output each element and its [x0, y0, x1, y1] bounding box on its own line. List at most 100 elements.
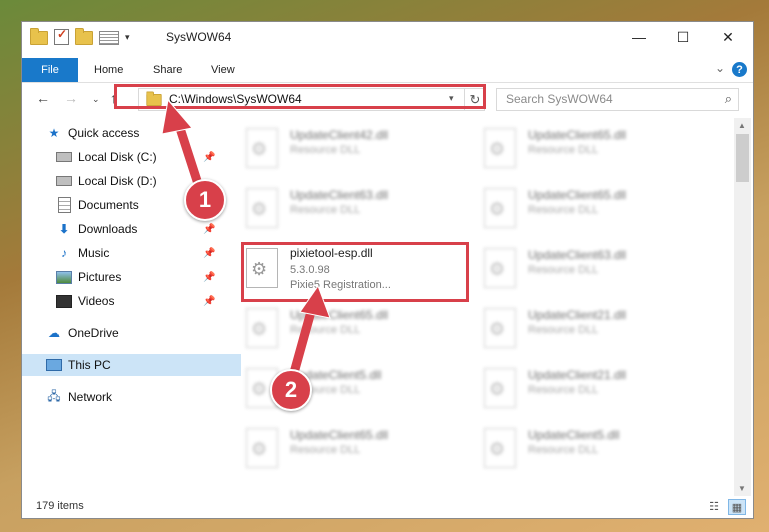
vertical-scrollbar[interactable]: ▲ ▼: [734, 118, 751, 496]
tab-view[interactable]: View: [211, 58, 235, 82]
file-name: UpdateClient21.dll: [528, 368, 627, 382]
back-arrow-icon[interactable]: ←: [36, 90, 50, 106]
dll-file-icon: [246, 128, 278, 168]
dll-file-icon: [246, 308, 278, 348]
file-type: Resource DLL: [528, 144, 599, 156]
ribbon-expand-icon[interactable]: ⌄: [715, 61, 725, 75]
title-bar: ▾ SysWOW64 — ☐ ✕: [22, 22, 753, 52]
file-name: UpdateClient42.dll: [290, 128, 389, 142]
sidebar-item-music[interactable]: ♪ Music 📌: [22, 242, 251, 264]
sidebar-item-videos[interactable]: Videos 📌: [22, 290, 251, 312]
dll-file-icon: [484, 188, 516, 228]
step-badge-1: 1: [184, 179, 226, 221]
file-name: UpdateClient5.dll: [528, 428, 620, 442]
drive-icon: [56, 149, 72, 165]
tab-home[interactable]: Home: [94, 58, 123, 82]
target-file-highlight: [241, 242, 469, 302]
sidebar-item-label: Downloads: [78, 222, 138, 236]
sidebar-item-label: Videos: [78, 294, 115, 308]
item-count: 179 items: [36, 500, 84, 512]
sidebar-item-this-pc[interactable]: This PC: [22, 354, 241, 376]
pin-icon[interactable]: 📌: [203, 296, 215, 307]
explorer-window: ▾ SysWOW64 — ☐ ✕ File Home Share View ⌄ …: [22, 22, 753, 518]
file-name: UpdateClient65.dll: [528, 188, 627, 202]
dll-file-icon: [484, 128, 516, 168]
sidebar-item-label: Quick access: [68, 126, 140, 140]
computer-icon: [46, 357, 62, 373]
dll-file-icon: [484, 308, 516, 348]
search-box[interactable]: Search SysWOW64 ⌕: [496, 88, 739, 111]
sidebar-item-local-disk-c[interactable]: Local Disk (C:) 📌: [22, 146, 251, 168]
dll-file-icon: [484, 368, 516, 408]
sidebar-item-pictures[interactable]: Pictures 📌: [22, 266, 251, 288]
file-item[interactable]: UpdateClient65.dll Resource DLL: [478, 122, 708, 174]
large-icons-view-icon[interactable]: ▦: [728, 499, 746, 515]
file-item[interactable]: UpdateClient21.dll Resource DLL: [478, 302, 708, 354]
sidebar-item-quick-access[interactable]: ★ Quick access: [22, 122, 241, 144]
pin-icon[interactable]: 📌: [203, 248, 215, 259]
file-type: Resource DLL: [528, 384, 599, 396]
minimize-button[interactable]: —: [616, 22, 662, 52]
customize-icon[interactable]: [99, 31, 119, 45]
maximize-button[interactable]: ☐: [660, 22, 706, 52]
file-item[interactable]: UpdateClient42.dll Resource DLL: [240, 122, 470, 174]
forward-arrow-icon[interactable]: →: [64, 90, 78, 106]
file-list: UpdateClient42.dll Resource DLL UpdateCl…: [240, 118, 734, 496]
scroll-down-icon[interactable]: ▼: [738, 484, 746, 493]
sidebar-item-label: This PC: [68, 358, 111, 372]
file-item[interactable]: UpdateClient65.dll Resource DLL: [478, 182, 708, 234]
sidebar-item-onedrive[interactable]: ☁ OneDrive: [22, 322, 241, 344]
pin-icon[interactable]: 📌: [203, 272, 215, 283]
videos-icon: [56, 293, 72, 309]
sidebar-item-label: Local Disk (C:): [78, 150, 157, 164]
address-bar-highlight: [114, 84, 486, 109]
search-icon[interactable]: ⌕: [725, 91, 732, 107]
sidebar-item-label: Network: [68, 390, 113, 404]
file-item[interactable]: UpdateClient63.dll Resource DLL: [240, 182, 470, 234]
dll-file-icon: [246, 188, 278, 228]
file-type: Resource DLL: [290, 444, 361, 456]
sidebar-item-downloads[interactable]: ⬇ Downloads 📌: [22, 218, 251, 240]
file-item[interactable]: UpdateClient65.dll Resource DLL: [240, 302, 470, 354]
folder-icon[interactable]: [30, 28, 48, 45]
file-item[interactable]: UpdateClient21.dll Resource DLL: [478, 362, 708, 414]
file-type: Resource DLL: [290, 204, 361, 216]
file-item[interactable]: UpdateClient5.dll Resource DLL: [478, 422, 708, 474]
file-name: UpdateClient63.dll: [290, 188, 389, 202]
sidebar-item-label: OneDrive: [68, 326, 119, 340]
close-button[interactable]: ✕: [705, 22, 751, 52]
downloads-icon: ⬇: [58, 222, 70, 236]
details-view-icon[interactable]: ☷: [706, 499, 722, 513]
tab-share[interactable]: Share: [153, 58, 182, 82]
search-input[interactable]: Search SysWOW64: [506, 92, 613, 106]
scroll-up-icon[interactable]: ▲: [738, 121, 746, 130]
network-icon: 🖧: [47, 388, 61, 403]
file-name: UpdateClient65.dll: [290, 308, 389, 322]
file-name: UpdateClient21.dll: [528, 308, 627, 322]
file-item[interactable]: UpdateClient63.dll Resource DLL: [478, 242, 708, 294]
help-button[interactable]: ?: [732, 62, 747, 77]
sidebar-item-label: Documents: [78, 198, 139, 212]
pin-icon[interactable]: 📌: [203, 224, 215, 235]
file-type: Resource DLL: [528, 324, 599, 336]
qat-dropdown-icon[interactable]: ▾: [125, 32, 130, 43]
tab-file[interactable]: File: [22, 58, 78, 82]
recent-locations-icon[interactable]: ⌄: [92, 94, 100, 105]
documents-icon: [56, 197, 72, 213]
music-icon: ♪: [61, 246, 67, 260]
sidebar-item-label: Local Disk (D:): [78, 174, 157, 188]
file-type: Resource DLL: [528, 264, 599, 276]
sidebar-item-network[interactable]: 🖧 Network: [22, 386, 241, 408]
window-title: SysWOW64: [166, 30, 232, 44]
new-folder-icon[interactable]: [75, 28, 93, 45]
file-name: UpdateClient63.dll: [528, 248, 627, 262]
cloud-icon: ☁: [48, 326, 60, 340]
file-item[interactable]: UpdateClient65.dll Resource DLL: [240, 422, 470, 474]
ribbon-divider: [22, 82, 753, 83]
star-icon: ★: [48, 126, 60, 140]
dll-file-icon: [484, 248, 516, 288]
pin-icon[interactable]: 📌: [203, 152, 215, 163]
scrollbar-thumb[interactable]: [736, 134, 749, 182]
properties-check-icon[interactable]: [54, 27, 69, 45]
file-type: Resource DLL: [528, 444, 599, 456]
